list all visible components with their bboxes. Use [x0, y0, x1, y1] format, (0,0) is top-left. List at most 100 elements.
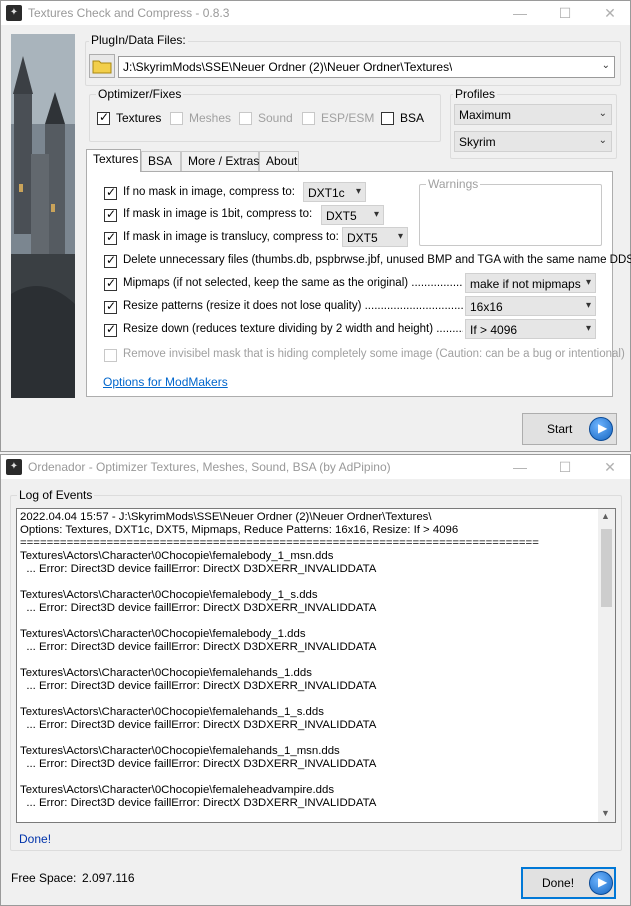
log-line: Textures\Actors\Character\0Chocopie\fema… [20, 550, 334, 562]
log-line: ... Error: Direct3D device faillError: D… [20, 797, 377, 809]
profile-combo[interactable]: Maximum ⌄ [454, 104, 612, 125]
profile-value: Maximum [459, 108, 512, 122]
maximize-icon[interactable]: ☐ [552, 457, 578, 477]
chevron-down-icon: ▾ [397, 231, 403, 242]
log-line: ... Error: Direct3D device faillError: D… [20, 719, 377, 731]
delete-files-checkbox[interactable] [104, 253, 117, 268]
mask-translucy-combo[interactable]: DXT5 ▾ [342, 227, 408, 247]
mipmaps-checkbox[interactable] [104, 276, 117, 291]
app-icon: ✦ [6, 5, 22, 21]
no-mask-combo[interactable]: DXT1c ▾ [303, 182, 366, 202]
mipmaps-combo[interactable]: make if not mipmaps ▾ [465, 273, 596, 293]
bsa-label: BSA [400, 111, 425, 125]
chevron-down-icon: ⌄ [598, 108, 607, 119]
no-mask-label: If no mask in image, compress to: [123, 186, 295, 198]
log-line: ... Error: Direct3D device faillError: D… [20, 602, 377, 614]
log-line: Textures\Actors\Character\0Chocopie\fema… [20, 589, 318, 601]
log-line: 2022.04.04 15:57 - J:\SkyrimMods\SSE\Neu… [20, 511, 432, 523]
minimize-icon[interactable]: — [507, 3, 533, 23]
start-button[interactable]: Start [522, 413, 617, 445]
folder-icon [92, 60, 112, 74]
mask-translucy-value: DXT5 [347, 231, 378, 245]
no-mask-value: DXT1c [308, 186, 345, 200]
profiles-label: Profiles [453, 87, 498, 101]
mask-1bit-checkbox[interactable] [104, 207, 117, 222]
log-line: ========================================… [20, 537, 539, 549]
mask-1bit-combo[interactable]: DXT5 ▾ [321, 205, 384, 225]
textures-label: Textures [116, 111, 162, 125]
play-icon [589, 417, 613, 441]
game-value: Skyrim [459, 135, 496, 149]
scroll-down-icon[interactable]: ▼ [601, 808, 610, 818]
textures-tab-panel: Warnings If no mask in image, compress t… [86, 171, 631, 397]
textures-checkbox[interactable] [97, 110, 110, 125]
scroll-up-icon[interactable]: ▲ [601, 511, 610, 521]
log-line: Textures\Actors\Character\0Chocopie\fema… [20, 667, 312, 679]
log-line: ... Error: Direct3D device faillError: D… [20, 641, 377, 653]
chevron-down-icon: ▾ [585, 300, 591, 311]
title-bar: ✦ Ordenador - Optimizer Textures, Meshes… [1, 455, 630, 479]
chevron-down-icon: ⌄ [601, 60, 610, 71]
window-title: Textures Check and Compress - 0.8.3 [28, 6, 230, 20]
window-title: Ordenador - Optimizer Textures, Meshes, … [28, 460, 391, 474]
game-combo[interactable]: Skyrim ⌄ [454, 131, 612, 152]
path-combo[interactable]: J:\SkyrimMods\SSE\Neuer Ordner (2)\Neuer… [118, 56, 615, 78]
resize-patterns-label: Resize patterns (resize it does not lose… [123, 300, 463, 312]
chevron-down-icon: ⌄ [598, 135, 607, 146]
modmakers-link[interactable]: Options for ModMakers [103, 375, 228, 389]
tab-about[interactable]: About [259, 151, 299, 171]
sound-checkbox[interactable] [239, 112, 252, 125]
warnings-group: Warnings [419, 177, 602, 246]
folder-button[interactable] [89, 54, 115, 78]
chevron-down-icon: ▾ [355, 186, 361, 197]
remove-mask-checkbox[interactable] [104, 349, 117, 362]
free-space-value: 2.097.116 [82, 871, 135, 885]
close-icon[interactable]: ✕ [597, 457, 623, 477]
optimizer-label: Optimizer/Fixes [96, 87, 184, 101]
esp-label: ESP/ESM [321, 111, 375, 125]
log-line: Textures\Actors\Character\0Chocopie\fema… [20, 706, 324, 718]
done-button-label: Done! [542, 876, 575, 890]
warnings-label: Warnings [426, 177, 481, 191]
mipmaps-label: Mipmaps (if not selected, keep the same … [123, 277, 463, 289]
tab-textures[interactable]: Textures [86, 149, 141, 172]
mask-translucy-label: If mask in image is translucy, compress … [123, 231, 339, 243]
log-textbox[interactable]: 2022.04.04 15:57 - J:\SkyrimMods\SSE\Neu… [16, 508, 616, 823]
resize-down-value: If > 4096 [470, 323, 518, 337]
resize-patterns-checkbox[interactable] [104, 299, 117, 314]
resize-down-combo[interactable]: If > 4096 ▾ [465, 319, 596, 339]
mask-translucy-checkbox[interactable] [104, 230, 117, 245]
no-mask-checkbox[interactable] [104, 185, 117, 200]
resize-down-checkbox[interactable] [104, 322, 117, 337]
minimize-icon[interactable]: — [507, 457, 533, 477]
esp-checkbox[interactable] [302, 112, 315, 125]
path-value: J:\SkyrimMods\SSE\Neuer Ordner (2)\Neuer… [123, 60, 453, 74]
start-label: Start [547, 422, 573, 436]
title-bar: ✦ Textures Check and Compress - 0.8.3 — … [1, 1, 630, 25]
resize-patterns-value: 16x16 [470, 300, 503, 314]
free-space-label: Free Space: [11, 871, 77, 885]
close-icon[interactable]: ✕ [597, 3, 623, 23]
log-line: Textures\Actors\Character\0Chocopie\fema… [20, 628, 306, 640]
resize-patterns-combo[interactable]: 16x16 ▾ [465, 296, 596, 316]
textures-window: ✦ Textures Check and Compress - 0.8.3 — … [0, 0, 631, 452]
maximize-icon[interactable]: ☐ [552, 3, 578, 23]
tab-bsa[interactable]: BSA [141, 151, 181, 171]
log-line: Textures\Actors\Character\0Chocopie\fema… [20, 745, 340, 757]
chevron-down-icon: ▾ [373, 209, 379, 220]
log-scrollbar[interactable]: ▲ ▼ [598, 509, 615, 822]
done-button[interactable]: Done! [521, 867, 616, 899]
chevron-down-icon: ▾ [585, 323, 591, 334]
log-text: 2022.04.04 15:57 - J:\SkyrimMods\SSE\Neu… [20, 511, 598, 810]
tab-more-extras[interactable]: More / Extras [181, 151, 259, 171]
bsa-checkbox[interactable] [381, 112, 394, 125]
log-line: Options: Textures, DXT1c, DXT5, Mipmaps,… [20, 524, 459, 536]
remove-mask-label: Remove invisibel mask that is hiding com… [123, 348, 625, 360]
scroll-thumb[interactable] [601, 529, 612, 607]
meshes-checkbox[interactable] [170, 112, 183, 125]
